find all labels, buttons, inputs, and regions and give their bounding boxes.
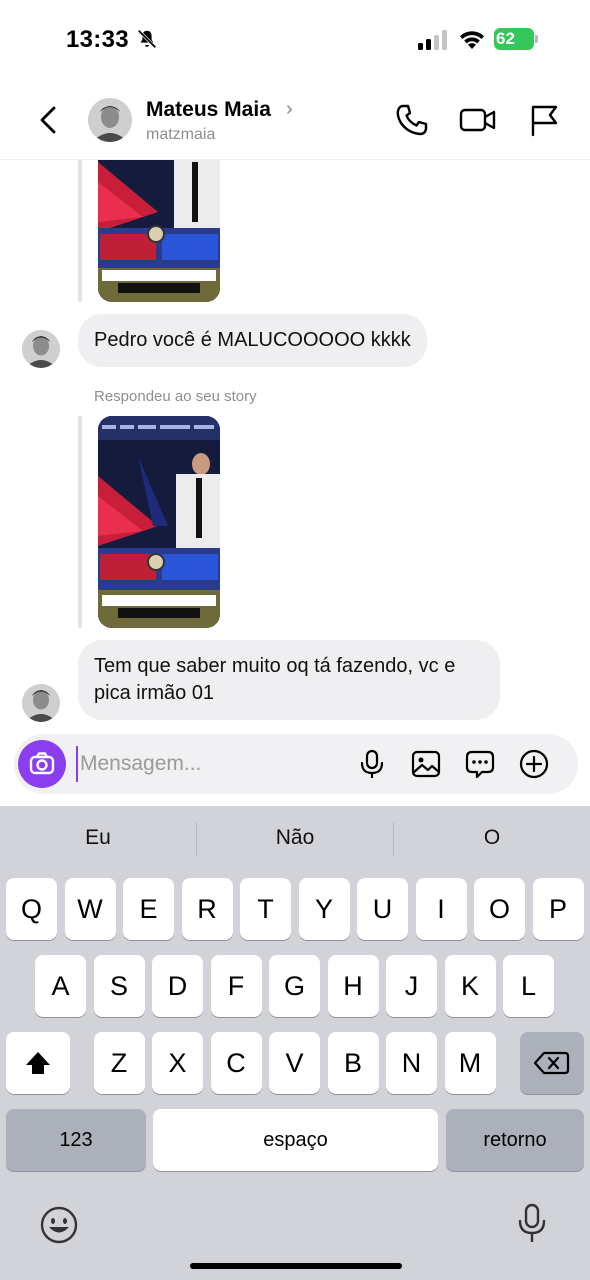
space-key[interactable]: espaço: [153, 1109, 438, 1171]
camera-button[interactable]: [18, 740, 66, 788]
status-bar: 13:33 62: [0, 0, 590, 80]
message-composer: [14, 734, 578, 794]
suggestion-2[interactable]: Não: [197, 826, 393, 850]
plus-circle-icon[interactable]: [518, 748, 550, 780]
video-call-icon[interactable]: [458, 102, 498, 138]
battery-level: 62: [496, 29, 515, 48]
key-z[interactable]: Z: [93, 1032, 145, 1094]
numbers-key[interactable]: 123: [6, 1109, 146, 1171]
key-b[interactable]: B: [327, 1032, 379, 1094]
bell-slash-icon: [137, 29, 157, 49]
key-w[interactable]: W: [64, 878, 116, 940]
back-chevron-icon[interactable]: [36, 102, 62, 138]
report-flag-icon[interactable]: [526, 102, 560, 138]
key-j[interactable]: J: [386, 955, 437, 1017]
key-l[interactable]: L: [503, 955, 554, 1017]
key-q[interactable]: Q: [6, 878, 57, 940]
message-bubble[interactable]: Tem que saber muito oq tá fazendo, vc e …: [78, 640, 500, 720]
backspace-key[interactable]: [520, 1032, 584, 1094]
shift-key[interactable]: [6, 1032, 70, 1094]
suggestion-1[interactable]: Eu: [0, 826, 196, 850]
key-f[interactable]: F: [210, 955, 262, 1017]
key-c[interactable]: C: [210, 1032, 262, 1094]
contact-avatar[interactable]: [88, 98, 132, 142]
key-i[interactable]: I: [415, 878, 467, 940]
key-v[interactable]: V: [269, 1032, 320, 1094]
story-thumbnail[interactable]: [98, 416, 220, 628]
suggestion-3[interactable]: O: [394, 826, 590, 850]
sender-avatar[interactable]: [22, 330, 60, 368]
key-a[interactable]: A: [35, 955, 86, 1017]
key-x[interactable]: X: [152, 1032, 203, 1094]
status-time: 13:33: [66, 26, 129, 53]
story-thumbnail[interactable]: [98, 160, 220, 302]
reply-indicator: [78, 160, 82, 302]
backspace-icon: [533, 1051, 570, 1075]
key-e[interactable]: E: [123, 878, 174, 940]
keyboard: Eu Não O Q W E R T Y U I O P A S D F G H…: [0, 806, 590, 1280]
home-indicator: [190, 1263, 402, 1269]
cellular-signal-icon: [418, 30, 447, 50]
key-r[interactable]: R: [181, 878, 233, 940]
chat-header: Mateus Maia › matzmaia: [0, 80, 590, 160]
key-o[interactable]: O: [474, 878, 525, 940]
wifi-icon: [460, 31, 484, 49]
message-bubble[interactable]: Pedro você é MALUCOOOOO kkkk: [78, 314, 427, 367]
reply-indicator: [78, 416, 82, 628]
sender-avatar[interactable]: [22, 684, 60, 722]
key-d[interactable]: D: [152, 955, 203, 1017]
gallery-image-icon[interactable]: [410, 748, 442, 780]
sticker-chat-icon[interactable]: [464, 748, 496, 780]
key-y[interactable]: Y: [298, 878, 350, 940]
key-n[interactable]: N: [386, 1032, 437, 1094]
camera-icon: [29, 752, 55, 775]
return-key[interactable]: retorno: [446, 1109, 584, 1171]
key-m[interactable]: M: [444, 1032, 496, 1094]
emoji-icon[interactable]: [38, 1204, 80, 1246]
phone-call-icon[interactable]: [394, 102, 430, 138]
dictation-microphone-icon[interactable]: [512, 1202, 552, 1246]
message-thread[interactable]: Pedro você é MALUCOOOOO kkkk Respondeu a…: [0, 160, 590, 730]
key-k[interactable]: K: [444, 955, 496, 1017]
key-p[interactable]: P: [532, 878, 584, 940]
reply-caption: Respondeu ao seu story: [94, 388, 257, 405]
contact-username: matzmaia: [146, 126, 216, 143]
key-t[interactable]: T: [240, 878, 291, 940]
microphone-icon[interactable]: [356, 748, 388, 780]
contact-name[interactable]: Mateus Maia: [146, 98, 271, 122]
message-input[interactable]: [76, 746, 336, 782]
shift-arrow-icon: [26, 1052, 50, 1074]
key-g[interactable]: G: [269, 955, 320, 1017]
key-h[interactable]: H: [327, 955, 379, 1017]
battery-indicator: 62: [494, 28, 540, 50]
key-u[interactable]: U: [357, 878, 408, 940]
key-s[interactable]: S: [93, 955, 145, 1017]
contact-chevron-icon[interactable]: ›: [286, 98, 293, 121]
